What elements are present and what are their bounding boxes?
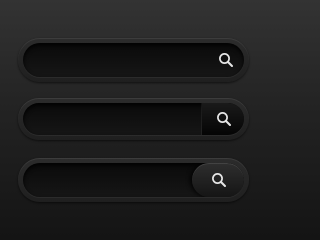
search-input-2[interactable] [35,103,189,135]
search-button-3[interactable] [192,163,244,197]
search-icon [218,52,234,68]
search-field-1[interactable] [23,43,244,77]
search-field-2[interactable] [23,103,244,135]
search-bar-1 [18,38,249,82]
search-field-3[interactable] [23,163,244,197]
search-input-1[interactable] [35,43,189,77]
search-icon [211,172,227,188]
search-bar-2 [18,98,249,140]
search-button-1[interactable] [204,43,244,77]
search-bar-3 [18,158,249,202]
search-input-3[interactable] [35,163,189,197]
search-icon [216,111,232,127]
search-button-2[interactable] [202,103,244,135]
